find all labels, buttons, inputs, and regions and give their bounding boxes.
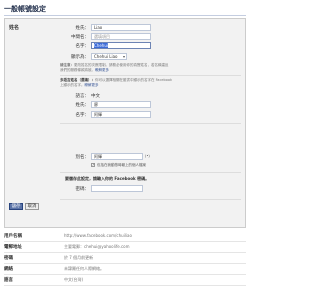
settings-row-key: 電郵地址 <box>4 245 22 250</box>
password-prompt: 要儲存此設定，請輸入你的 Facebook 密碼。 <box>65 176 150 181</box>
settings-row-language[interactable]: 語言 中文(台灣) <box>4 275 246 286</box>
settings-row-value: http://www.facebook.com/chuiliao <box>64 233 132 238</box>
chevron-down-icon: ▾ <box>122 54 125 59</box>
last-name-input[interactable]: Liao <box>91 24 151 31</box>
settings-list: 用戶名稱 http://www.facebook.com/chuiliao 電郵… <box>4 231 246 286</box>
note-prefix: 請注意： <box>60 63 74 67</box>
settings-row-key: 密碼 <box>4 256 13 261</box>
alt-language-learn-more-link[interactable]: 瞭解更多 <box>85 83 99 87</box>
include-on-timeline-label: 包括在我動態時報上的個人檔案 <box>97 163 146 167</box>
settings-row-networks[interactable]: 網絡 未隸屬任何人際網絡。 <box>4 264 246 275</box>
title-divider <box>4 15 246 16</box>
alt-language-text: 你可以選擇相關在臉書中顯示的名字在 Facebook <box>95 78 173 82</box>
divider <box>60 172 241 173</box>
display-as-label: 顯示為： <box>71 55 89 60</box>
settings-row-email[interactable]: 電郵地址 主要電郵：chehui@yahoolife.com <box>4 242 246 253</box>
nickname-input[interactable]: 阿輝 <box>91 153 143 160</box>
note-learn-more-link[interactable]: 瞭解更多 <box>95 68 109 72</box>
first-name-selected-text: Chehui <box>94 43 108 48</box>
settings-row-value: 主要電郵：chehui@yahoolife.com <box>64 244 130 249</box>
nickname-hint: (•) <box>145 154 150 158</box>
display-as-select[interactable]: Chehui Liao ▾ <box>91 53 127 60</box>
middle-name-label: 中間名： <box>71 35 89 40</box>
name-edit-panel: 姓名 姓氏： Liao 中間名： 選填項目 名字： Chehui 顯示為： Ch… <box>4 18 246 228</box>
account-settings-page: 一般帳號設定 姓名 姓氏： Liao 中間名： 選填項目 名字： Chehui … <box>0 0 250 293</box>
alt-last-name-input[interactable]: 廖 <box>91 101 151 108</box>
divider <box>60 199 241 200</box>
last-name-label: 姓氏： <box>75 26 90 31</box>
divider <box>60 123 241 124</box>
password-label: 密碼： <box>75 187 90 192</box>
cancel-button[interactable]: 取消 <box>25 203 39 210</box>
alt-first-name-label: 名字： <box>75 113 90 118</box>
settings-row-value: 未隸屬任何人際網絡。 <box>64 266 104 271</box>
include-on-timeline-checkbox[interactable]: ✓ <box>91 163 95 167</box>
first-name-input[interactable]: Chehui <box>91 42 151 49</box>
save-button[interactable]: 儲存 <box>9 203 23 210</box>
settings-row-username[interactable]: 用戶名稱 http://www.facebook.com/chuiliao <box>4 231 246 242</box>
settings-row-value: 中文(台灣) <box>64 277 84 282</box>
alt-language-note: 多語言姓名（選填）：你可以選擇相關在臉書中顯示的名字在 Facebook 上顯示的… <box>60 78 245 88</box>
password-input[interactable] <box>91 185 143 192</box>
alt-language-text-2: 上顯示的名字。 <box>60 83 85 87</box>
display-as-value: Chehui Liao <box>94 54 118 59</box>
divider <box>60 75 241 76</box>
settings-row-password[interactable]: 密碼 於 7 個月前更新 <box>4 253 246 264</box>
language-value: 中文 <box>91 94 100 99</box>
settings-row-key: 網絡 <box>4 267 13 272</box>
note-text: 更改姓名的次數限制。請務必使用你的真實姓名，若名稱違反 <box>74 63 169 67</box>
settings-row-key: 語言 <box>4 278 13 283</box>
settings-row-key: 用戶名稱 <box>4 234 22 239</box>
first-name-label: 名字： <box>75 44 90 49</box>
note-text-2: 我們的服務條款將被 <box>60 68 92 72</box>
name-section-label: 姓名 <box>9 25 20 31</box>
alt-last-name-label: 姓氏： <box>75 103 90 108</box>
name-change-note: 請注意：更改姓名的次數限制。請務必使用你的真實姓名，若名稱違反 我們的服務條款將被… <box>60 63 169 72</box>
settings-row-value: 於 7 個月前更新 <box>64 255 94 260</box>
nickname-label: 別名： <box>75 155 90 160</box>
alt-language-label: 多語言姓名（選填）： <box>60 78 95 82</box>
language-label: 語言： <box>75 94 90 99</box>
page-title: 一般帳號設定 <box>4 5 46 13</box>
middle-name-input[interactable]: 選填項目 <box>91 33 151 40</box>
alt-first-name-input[interactable]: 阿輝 <box>91 111 151 118</box>
